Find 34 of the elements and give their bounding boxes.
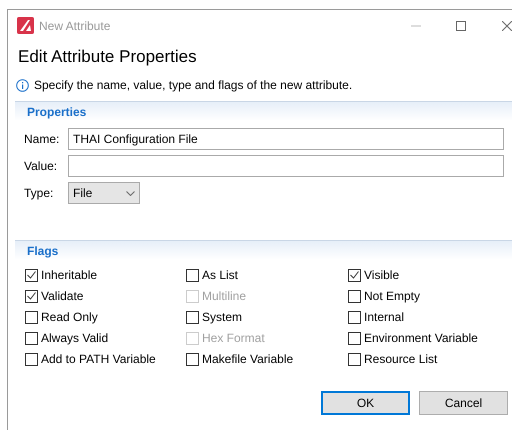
maximize-icon[interactable] xyxy=(456,20,466,30)
type-dropdown[interactable]: File xyxy=(68,182,140,204)
flag-checkbox[interactable]: Internal xyxy=(348,309,512,325)
dialog-heading: Edit Attribute Properties xyxy=(17,46,198,68)
close-icon[interactable] xyxy=(502,20,512,30)
section-header: Flags xyxy=(15,240,512,260)
flag-checkbox[interactable]: Validate xyxy=(25,288,186,304)
flag-checkbox[interactable]: As List xyxy=(186,267,348,283)
info-icon xyxy=(16,78,29,92)
field-label: Value: xyxy=(24,158,58,175)
chevron-down-icon xyxy=(126,190,135,196)
checkmark-icon xyxy=(27,271,36,279)
flag-checkbox[interactable]: Makefile Variable xyxy=(186,351,348,367)
checkmark-icon xyxy=(27,292,36,300)
flag-checkbox[interactable]: Add to PATH Variable xyxy=(25,351,186,367)
flag-checkbox[interactable]: Always Valid xyxy=(25,330,186,346)
window-title: New Attribute xyxy=(39,18,110,34)
flag-checkbox[interactable]: Read Only xyxy=(25,309,186,325)
field-label: Type: xyxy=(24,185,54,202)
dialog-button[interactable]: Cancel xyxy=(419,391,508,415)
flag-checkbox[interactable]: System xyxy=(186,309,348,325)
flag-checkbox[interactable]: Inheritable xyxy=(25,267,186,283)
flag-checkbox[interactable]: Not Empty xyxy=(348,288,512,304)
text-field[interactable] xyxy=(68,155,504,177)
section-header: Properties xyxy=(15,101,512,121)
field-label: Name: xyxy=(24,131,60,148)
flag-checkbox[interactable]: Environment Variable xyxy=(348,330,512,346)
app-logo-icon xyxy=(17,17,34,34)
text-field[interactable]: THAI Configuration File xyxy=(68,128,504,150)
dialog-button[interactable]: OK xyxy=(321,391,410,415)
info-text: Specify the name, value, type and flags of the new attribute. xyxy=(34,77,352,94)
flag-checkbox[interactable]: Visible xyxy=(348,267,512,283)
checkmark-icon xyxy=(350,271,359,279)
flag-checkbox[interactable]: Resource List xyxy=(348,351,512,367)
